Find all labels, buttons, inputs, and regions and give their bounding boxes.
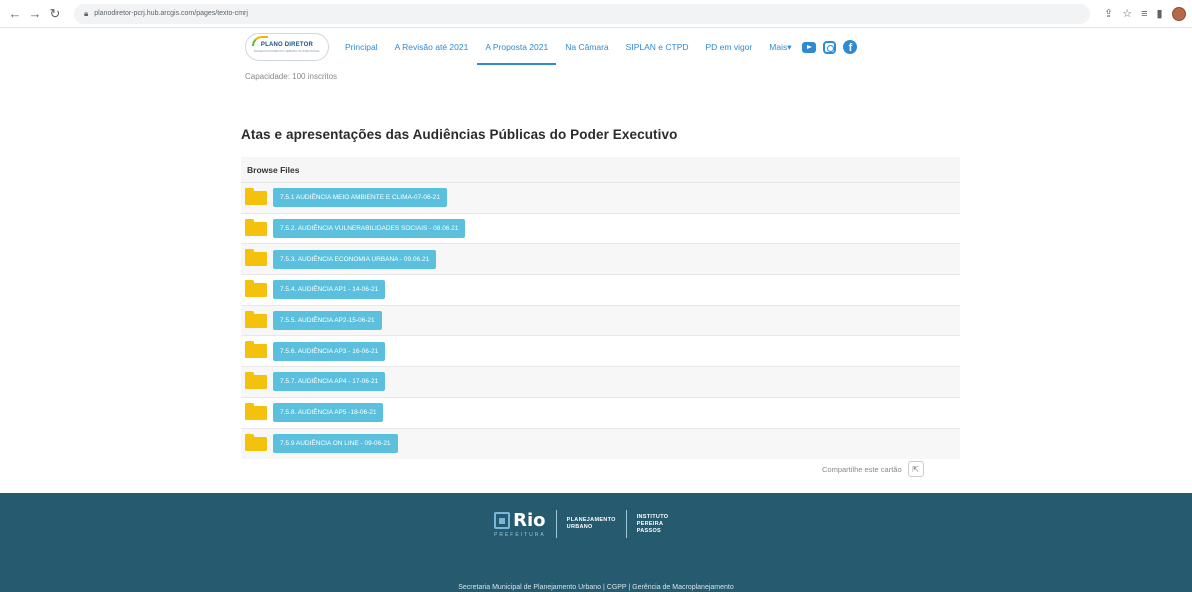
profile-avatar[interactable]: [1171, 6, 1186, 21]
folder-row: 7.5.1 AUDIÊNCIA MEIO AMBIENTE E CLIMA-07…: [241, 183, 960, 214]
folder-button[interactable]: 7.5.5. AUDIÊNCIA AP2-15-06-21: [273, 311, 382, 331]
section-title: Atas e apresentações das Audiências Públ…: [241, 127, 678, 142]
folder-row: 7.5.7. AUDIÊNCIA AP4 - 17-06-21: [241, 367, 960, 398]
share-label: Compartilhe este cartão: [822, 464, 902, 474]
instituto-pereira-passos-logo[interactable]: INSTITUTO PEREIRA PASSOS: [637, 514, 669, 535]
menu-na-camara[interactable]: Na Câmara: [565, 36, 608, 58]
planejamento-urbano-logo[interactable]: PLANEJAMENTO URBANO: [567, 517, 616, 531]
youtube-icon[interactable]: [802, 41, 817, 53]
folder-icon: [245, 187, 267, 205]
folder-row: 7.5.5. AUDIÊNCIA AP2-15-06-21: [241, 305, 960, 337]
folder-row: 7.5.9 AUDIÊNCIA ON LINE - 09-06-21: [241, 428, 960, 460]
footer-credits: Secretaria Municipal de Planejamento Urb…: [458, 584, 734, 591]
rio-badge-icon: [494, 512, 511, 529]
menu-proposta-2021[interactable]: A Proposta 2021: [477, 36, 557, 65]
reading-list-icon[interactable]: ≡: [1141, 8, 1147, 20]
file-browser: Browse Files 7.5.1 AUDIÊNCIA MEIO AMBIEN…: [241, 157, 960, 460]
logo-title: PLANO DIRETOR: [260, 41, 314, 48]
folder-button[interactable]: 7.5.1 AUDIÊNCIA MEIO AMBIENTE E CLIMA-07…: [273, 188, 448, 208]
folder-button[interactable]: 7.5.9 AUDIÊNCIA ON LINE - 09-06-21: [273, 434, 398, 454]
back-arrow-icon[interactable]: ←: [6, 5, 24, 23]
folder-icon: [245, 218, 267, 236]
folder-row: 7.5.8. AUDIÊNCIA AP5 -18-06-21: [241, 398, 960, 429]
folder-row: 7.5.6. AUDIÊNCIA AP3 - 16-06-21: [241, 336, 960, 368]
folder-button[interactable]: 7.5.7. AUDIÊNCIA AP4 - 17-06-21: [273, 372, 386, 392]
folder-icon: [245, 341, 267, 359]
plano-diretor-logo[interactable]: PLANO DIRETOR DESENVOLVIMENTO URBANO SUS…: [245, 33, 329, 61]
capacity-text: Capacidade: 100 inscritos: [245, 72, 338, 81]
share-card[interactable]: Compartilhe este cartão ⇱: [822, 461, 924, 477]
folder-icon: [245, 402, 267, 420]
footer-logos: Rio PREFEITURA PLANEJAMENTO URBANO INSTI…: [494, 510, 668, 538]
folder-icon: [245, 279, 267, 297]
folder-row: 7.5.3. AUDIÊNCIA ECONOMIA URBANA - 09.06…: [241, 244, 960, 276]
planejamento-line: PLANEJAMENTO: [566, 517, 616, 523]
folder-button[interactable]: 7.5.4. AUDIÊNCIA AP1 - 14-06-21: [273, 280, 386, 300]
folder-icon: [245, 371, 267, 389]
url-text: planodiretor-pcrj.hub.arcgis.com/pages/t…: [94, 10, 248, 17]
prefeitura-rio-logo[interactable]: Rio PREFEITURA: [494, 510, 546, 538]
menu-pd-em-vigor[interactable]: PD em vigor: [706, 36, 753, 58]
folder-button[interactable]: 7.5.2. AUDIÊNCIA VULNERABILIDADES SOCIAI…: [273, 219, 466, 239]
folder-icon: [245, 433, 267, 451]
instituto-line: INSTITUTO: [636, 513, 669, 520]
share-icon[interactable]: ⇱: [907, 461, 924, 477]
share-page-icon[interactable]: ⇪: [1104, 7, 1113, 20]
folder-button[interactable]: 7.5.3. AUDIÊNCIA ECONOMIA URBANA - 09.06…: [273, 249, 437, 269]
instagram-icon[interactable]: [823, 40, 837, 54]
passos-line: PASSOS: [636, 527, 662, 534]
logo-subtitle: DESENVOLVIMENTO URBANO SUSTENTÁVEL: [254, 48, 320, 53]
menu-siplan-ctpd[interactable]: SIPLAN e CTPD: [626, 36, 689, 58]
menu-principal[interactable]: Principal: [345, 36, 378, 58]
folder-button[interactable]: 7.5.6. AUDIÊNCIA AP3 - 16-06-21: [273, 341, 386, 361]
folder-row: 7.5.4. AUDIÊNCIA AP1 - 14-06-21: [241, 275, 960, 306]
site-header: PLANO DIRETOR DESENVOLVIMENTO URBANO SUS…: [0, 28, 1192, 68]
forward-arrow-icon[interactable]: →: [26, 5, 44, 23]
rio-wordmark: Rio: [513, 510, 546, 531]
folder-row: 7.5.2. AUDIÊNCIA VULNERABILIDADES SOCIAI…: [241, 214, 960, 245]
footer: Rio PREFEITURA PLANEJAMENTO URBANO INSTI…: [0, 493, 1192, 592]
facebook-icon[interactable]: f: [843, 40, 858, 54]
folder-icon: [245, 249, 267, 267]
address-bar[interactable]: 🔒︎ planodiretor-pcrj.hub.arcgis.com/page…: [74, 3, 1090, 24]
urbano-line: URBANO: [566, 524, 593, 530]
folder-icon: [245, 310, 267, 328]
browse-files-header: Browse Files: [241, 157, 960, 183]
lock-icon: 🔒︎: [84, 8, 89, 18]
reload-icon[interactable]: ↻: [46, 5, 64, 23]
pereira-line: PEREIRA: [636, 520, 664, 527]
menu-mais[interactable]: Mais▾: [769, 36, 791, 58]
browser-toolbar: ← → ↻ 🔒︎ planodiretor-pcrj.hub.arcgis.co…: [0, 0, 1192, 28]
side-panel-icon[interactable]: ▮: [1157, 7, 1163, 20]
menu-revisao[interactable]: A Revisão até 2021: [395, 36, 469, 58]
main-menu: Principal A Revisão até 2021 A Proposta …: [345, 36, 858, 65]
bookmark-star-icon[interactable]: ☆: [1122, 7, 1132, 20]
prefeitura-label: PREFEITURA: [494, 532, 546, 538]
folder-button[interactable]: 7.5.8. AUDIÊNCIA AP5 -18-06-21: [273, 403, 384, 423]
